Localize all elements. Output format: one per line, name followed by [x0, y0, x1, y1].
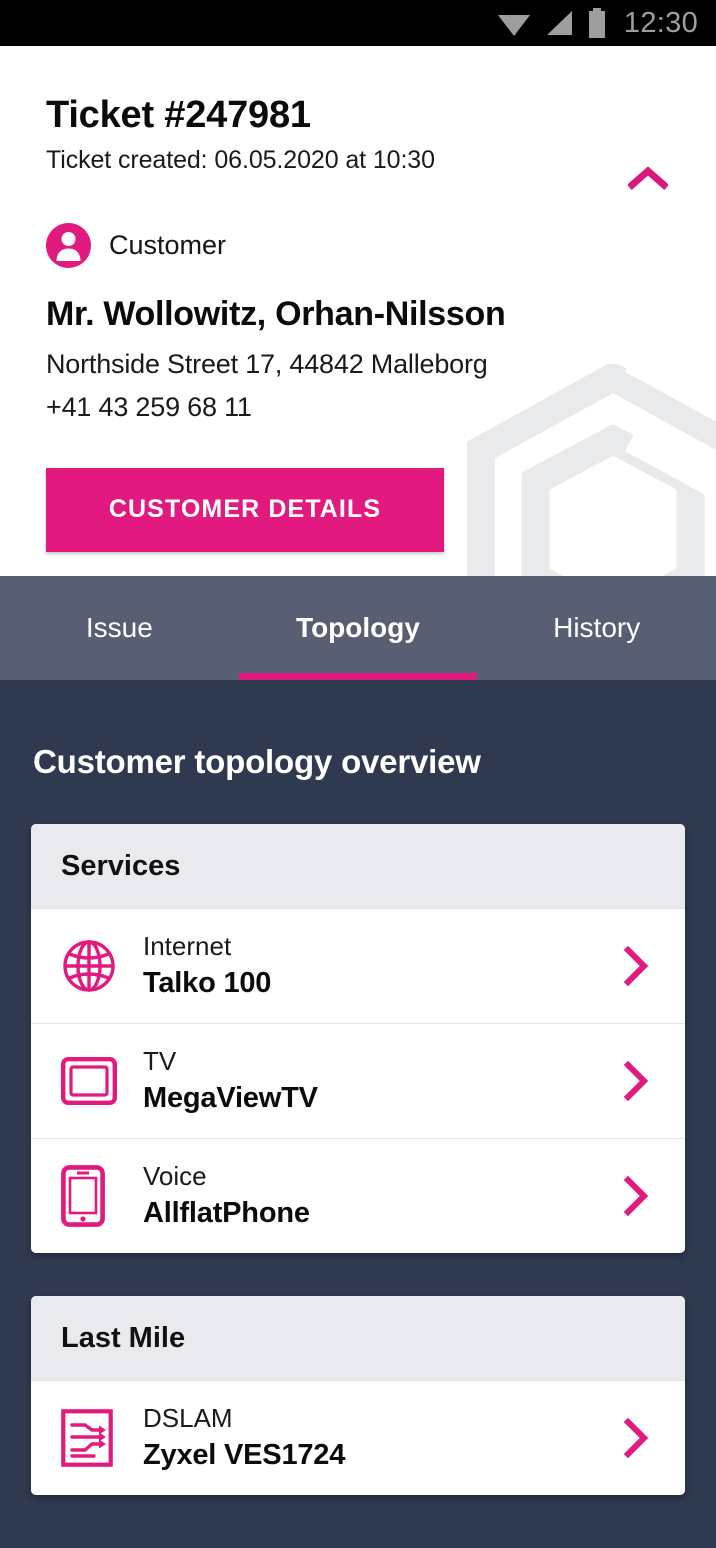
tab-history[interactable]: History	[477, 576, 716, 680]
chevron-right-icon[interactable]	[613, 1060, 659, 1101]
service-label: Voice	[143, 1160, 207, 1191]
collapse-ticket-button[interactable]	[620, 154, 676, 202]
chevron-up-icon	[628, 166, 668, 190]
tab-bar: Issue Topology History	[0, 576, 716, 680]
customer-address: Northside Street 17, 44842 Malleborg	[46, 348, 488, 379]
service-row-text: Internet Talko 100	[143, 931, 613, 1001]
page-title: Customer topology overview	[33, 743, 481, 780]
status-time: 12:30	[623, 6, 698, 39]
service-row-text: Voice AllflatPhone	[143, 1161, 613, 1231]
customer-details-button[interactable]: CUSTOMER DETAILS	[46, 467, 444, 552]
tab-issue[interactable]: Issue	[0, 576, 239, 680]
tab-topology[interactable]: Topology	[238, 576, 478, 680]
services-card: Services Internet Talko 100 TV MegaViewT…	[31, 824, 685, 1253]
status-bar: 12:30	[0, 0, 716, 46]
chevron-right-icon[interactable]	[613, 945, 659, 986]
service-row-text: TV MegaViewTV	[143, 1046, 613, 1116]
cellular-signal-icon	[546, 11, 572, 35]
customer-name: Mr. Wollowitz, Orhan-Nilsson	[46, 294, 506, 333]
dslam-icon	[61, 1409, 143, 1467]
service-value: Talko 100	[143, 967, 272, 1000]
tv-icon	[61, 1056, 143, 1105]
customer-role-row: Customer	[46, 222, 670, 268]
smartphone-icon	[61, 1165, 143, 1227]
ticket-details: Ticket #247981 Ticket created: 06.05.202…	[0, 46, 716, 552]
services-card-header: Services	[31, 824, 685, 908]
service-value: AllflatPhone	[143, 1197, 310, 1230]
last-mile-value: Zyxel VES1724	[143, 1439, 346, 1472]
topology-content: Customer topology overview Services Inte…	[0, 680, 716, 1546]
chevron-right-icon[interactable]	[613, 1175, 659, 1216]
ticket-title: Ticket #247981	[46, 94, 311, 136]
app-screen: 12:30 Ticket #247981 Ticket created: 06.…	[0, 0, 716, 1548]
service-value: MegaViewTV	[143, 1082, 318, 1115]
service-row-internet[interactable]: Internet Talko 100	[31, 908, 685, 1023]
last-mile-row-text: DSLAM Zyxel VES1724	[143, 1403, 613, 1473]
wifi-icon	[497, 15, 530, 36]
service-label: Internet	[143, 931, 232, 961]
service-row-tv[interactable]: TV MegaViewTV	[31, 1022, 685, 1138]
last-mile-row-dslam[interactable]: DSLAM Zyxel VES1724	[31, 1379, 685, 1495]
last-mile-card: Last Mile DSLAM Zyxel VES1724	[31, 1295, 685, 1495]
customer-role-label: Customer	[109, 229, 227, 260]
service-row-voice[interactable]: Voice AllflatPhone	[31, 1137, 685, 1253]
last-mile-card-header: Last Mile	[31, 1295, 685, 1380]
last-mile-label: DSLAM	[143, 1402, 233, 1433]
battery-icon	[588, 8, 605, 38]
customer-phone: +41 43 259 68 11	[46, 391, 252, 422]
ticket-created-text: Ticket created: 06.05.2020 at 10:30	[46, 145, 435, 174]
chevron-right-icon[interactable]	[613, 1417, 659, 1458]
ticket-panel: Ticket #247981 Ticket created: 06.05.202…	[0, 46, 716, 576]
service-label: TV	[143, 1045, 177, 1076]
person-icon	[46, 222, 91, 268]
globe-icon	[61, 938, 143, 994]
